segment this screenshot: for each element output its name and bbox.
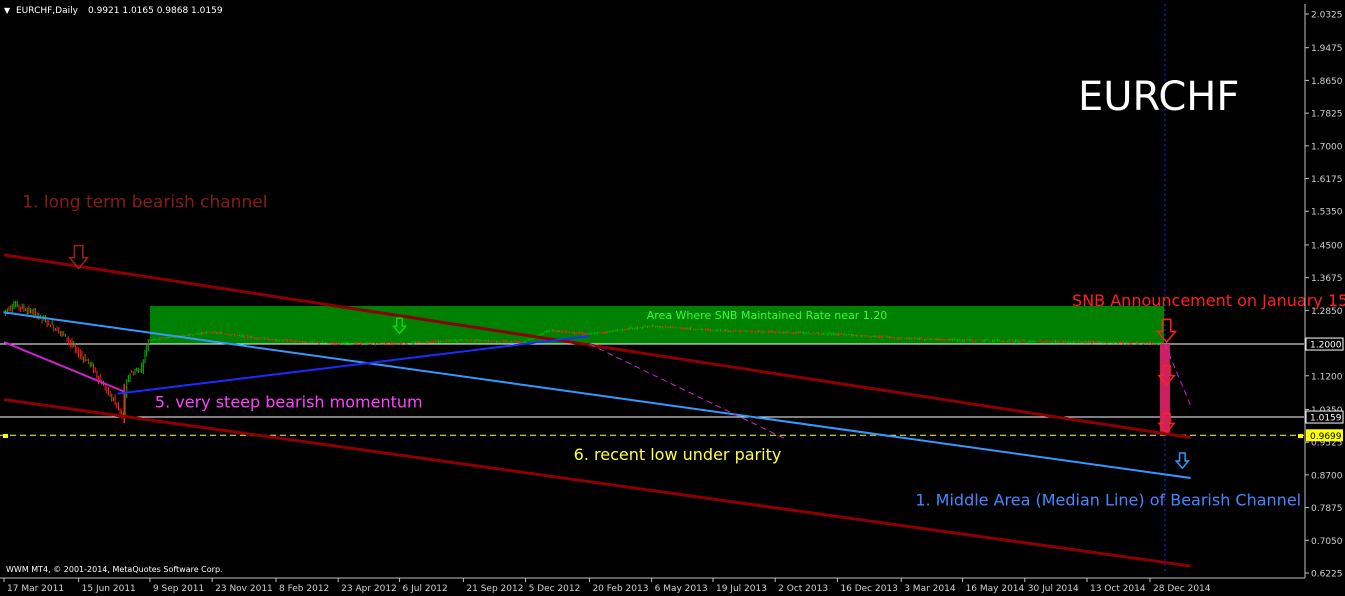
x-tick-label-14: 3 Mar 2014 bbox=[904, 584, 956, 594]
annotation-4: 1. Middle Area (Median Line) of Bearish … bbox=[915, 490, 1301, 509]
annotation-3: 6. recent low under parity bbox=[574, 445, 782, 464]
x-tick-label-16: 30 Jul 2014 bbox=[1028, 584, 1079, 594]
annotation-2: 5. very steep bearish momentum bbox=[155, 392, 423, 411]
price-chart[interactable]: Area Where SNB Maintained Rate near 1.20… bbox=[0, 0, 1345, 596]
annotation-1: SNB Announcement on January 15th bbox=[1072, 291, 1345, 310]
x-tick-label-15: 16 May 2014 bbox=[966, 584, 1025, 594]
x-tick-label-12: 2 Oct 2013 bbox=[778, 584, 828, 594]
y-tick-label-15: 0.7875 bbox=[1311, 504, 1343, 514]
watermark-title: EURCHF bbox=[1078, 74, 1239, 120]
x-tick-label-9: 20 Feb 2013 bbox=[592, 584, 648, 594]
x-tick-label-8: 5 Dec 2012 bbox=[529, 584, 581, 594]
copyright-footer: WWM MT4, © 2001-2014, MetaQuotes Softwar… bbox=[6, 565, 223, 574]
symbol-label: EURCHF,Daily bbox=[16, 6, 79, 16]
x-tick-label-4: 8 Feb 2012 bbox=[279, 584, 329, 594]
y-tick-label-8: 1.3675 bbox=[1311, 274, 1343, 284]
y-tick-label-9: 1.2850 bbox=[1311, 307, 1343, 317]
right-scroll-marker[interactable] bbox=[1298, 434, 1303, 438]
x-tick-label-10: 6 May 2013 bbox=[655, 584, 708, 594]
x-tick-label-18: 28 Dec 2014 bbox=[1153, 584, 1211, 594]
y-tick-label-17: 0.6225 bbox=[1311, 570, 1343, 580]
price-label-0: 1.2000 bbox=[1310, 341, 1342, 351]
x-tick-label-13: 16 Dec 2013 bbox=[840, 584, 898, 594]
x-tick-label-0: 17 Mar 2011 bbox=[7, 584, 64, 594]
x-tick-label-3: 23 Nov 2011 bbox=[215, 584, 273, 594]
x-tick-label-5: 23 Apr 2012 bbox=[341, 584, 397, 594]
candle-snb-crash bbox=[1159, 344, 1170, 436]
y-tick-label-7: 1.4500 bbox=[1311, 241, 1343, 251]
y-tick-label-2: 1.8650 bbox=[1311, 77, 1343, 87]
snb-zone-group: Area Where SNB Maintained Rate near 1.20 bbox=[149, 305, 1165, 345]
x-tick-label-6: 6 Jul 2012 bbox=[403, 584, 448, 594]
x-tick-label-17: 13 Oct 2014 bbox=[1090, 584, 1146, 594]
x-tick-label-7: 21 Sep 2012 bbox=[466, 584, 523, 594]
y-tick-label-5: 1.6175 bbox=[1311, 175, 1343, 185]
price-label-1: 1.0159 bbox=[1310, 414, 1342, 424]
x-tick-label-2: 9 Sep 2011 bbox=[153, 584, 204, 594]
y-tick-label-6: 1.5350 bbox=[1311, 208, 1343, 218]
chart-header: ▼ EURCHF,Daily 0.9921 1.0165 0.9868 1.01… bbox=[4, 6, 223, 16]
snb-zone-label: Area Where SNB Maintained Rate near 1.20 bbox=[647, 309, 888, 322]
menu-triangle-icon[interactable]: ▼ bbox=[4, 6, 11, 15]
price-label-2: 0.9699 bbox=[1310, 432, 1342, 442]
x-tick-label-1: 15 Jun 2011 bbox=[82, 584, 136, 594]
y-tick-label-1: 1.9475 bbox=[1311, 44, 1343, 54]
ohlc-label: 0.9921 1.0165 0.9868 1.0159 bbox=[88, 6, 223, 16]
y-tick-label-11: 1.1200 bbox=[1311, 372, 1343, 382]
y-tick-label-4: 1.7000 bbox=[1311, 142, 1343, 152]
y-tick-label-3: 1.7825 bbox=[1311, 110, 1343, 120]
x-tick-label-11: 19 Jul 2013 bbox=[716, 584, 767, 594]
y-tick-label-14: 0.8700 bbox=[1311, 471, 1343, 481]
left-scroll-marker[interactable] bbox=[3, 434, 8, 438]
annotation-0: 1. long term bearish channel bbox=[22, 192, 267, 212]
y-tick-label-16: 0.7050 bbox=[1311, 537, 1343, 547]
y-tick-label-0: 2.0325 bbox=[1311, 11, 1343, 21]
